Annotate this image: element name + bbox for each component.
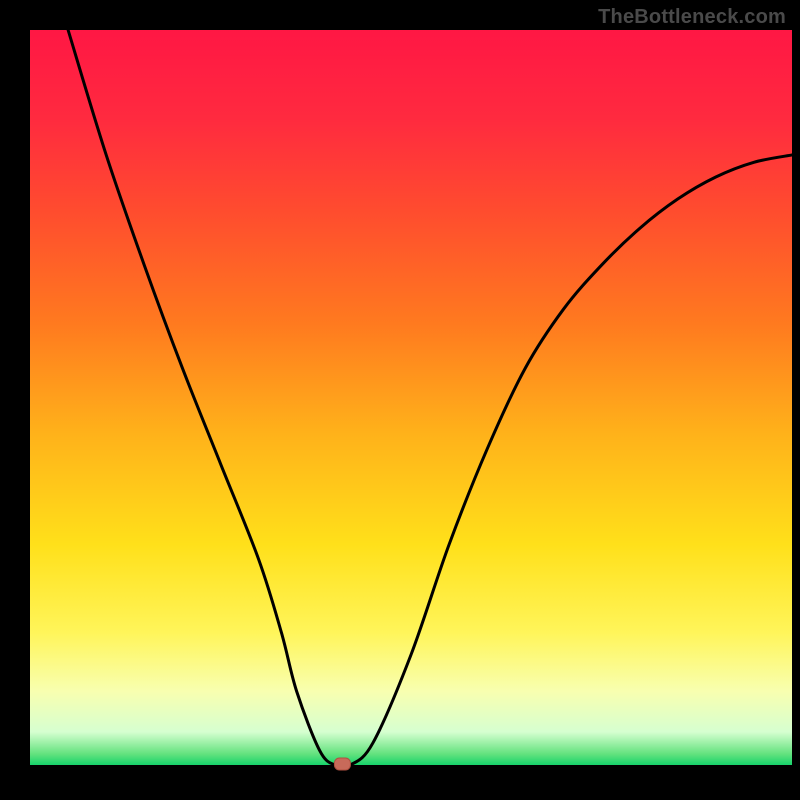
watermark-text: TheBottleneck.com: [598, 6, 786, 29]
optimal-point-marker: [334, 758, 350, 770]
chart-container: TheBottleneck.com: [0, 0, 800, 800]
bottleneck-chart: [0, 0, 800, 800]
